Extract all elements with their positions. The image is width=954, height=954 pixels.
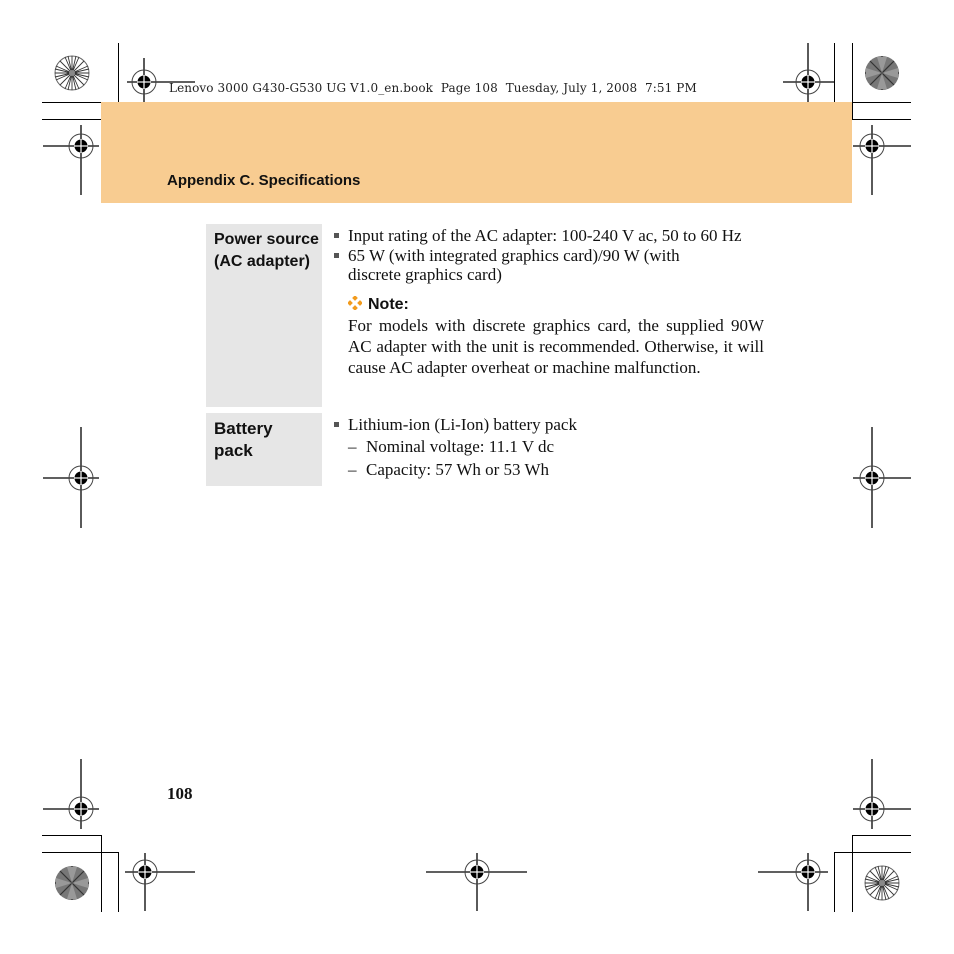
spec-label-line: Power source xyxy=(214,231,319,248)
note-title: Note: xyxy=(368,295,409,313)
crop-line xyxy=(101,835,102,912)
starburst-target-icon xyxy=(865,56,899,90)
spec-subitem: – Capacity: 57 Wh or 53 Wh xyxy=(348,458,764,481)
registration-target-icon xyxy=(853,427,911,528)
crop-line xyxy=(852,119,911,120)
dash-icon: – xyxy=(348,459,357,479)
registration-target-icon xyxy=(43,125,99,195)
note-body: For models with discrete graphics card, … xyxy=(348,315,764,377)
spec-bullet: Lithium-ion (Li-Ion) battery pack xyxy=(331,415,764,435)
note-diamond-icon xyxy=(347,294,363,311)
dash-icon: – xyxy=(348,436,357,456)
spec-content: Lithium-ion (Li-Ion) battery pack – Nomi… xyxy=(331,415,764,481)
note-block: Note: For models with discrete graphics … xyxy=(331,294,764,378)
registration-target-icon xyxy=(43,759,99,829)
spec-content: Input rating of the AC adapter: 100-240 … xyxy=(331,226,764,378)
bullet-square-icon xyxy=(334,252,339,258)
registration-target-icon xyxy=(853,759,911,829)
spec-label: Power source (AC adapter) xyxy=(214,229,319,273)
spec-label: Battery pack xyxy=(214,418,273,462)
spec-bullet-text: 65 W (with integrated graphics card)/90 … xyxy=(348,245,680,285)
spec-label-line: Battery xyxy=(214,419,273,438)
bullet-square-icon xyxy=(334,422,339,427)
spec-subitem-text: Capacity: 57 Wh or 53 Wh xyxy=(366,459,550,479)
spec-label-cell: Battery pack xyxy=(206,413,322,486)
starburst-target-icon xyxy=(864,865,900,901)
chapter-title: Appendix C. Specifications xyxy=(167,172,361,189)
registration-target-icon xyxy=(125,853,195,911)
registration-target-icon xyxy=(426,853,527,911)
registration-target-icon xyxy=(43,427,99,528)
spec-subitem-text: Nominal voltage: 11.1 V dc xyxy=(366,436,555,456)
spec-bullet: 65 W (with integrated graphics card)/90 … xyxy=(331,246,764,285)
crop-line xyxy=(834,852,911,853)
spec-bullet-text: Lithium-ion (Li-Ion) battery pack xyxy=(348,415,577,434)
crop-line xyxy=(42,835,101,836)
spec-label-cell: Power source (AC adapter) xyxy=(206,224,322,407)
crop-line xyxy=(834,852,835,912)
spec-bullet-text: Input rating of the AC adapter: 100-240 … xyxy=(348,226,742,245)
running-head: Lenovo 3000 G430-G530 UG V1.0_en.book Pa… xyxy=(169,81,697,95)
crop-line xyxy=(852,43,853,120)
bullet-square-icon xyxy=(334,233,339,238)
spec-label-line: pack xyxy=(214,441,253,460)
spec-bullet: Input rating of the AC adapter: 100-240 … xyxy=(331,226,764,246)
crop-line xyxy=(118,852,119,912)
starburst-target-icon xyxy=(55,866,89,900)
crop-line xyxy=(42,852,119,853)
crop-line xyxy=(852,835,911,836)
spec-subitems: – Nominal voltage: 11.1 V dc – Capacity:… xyxy=(331,435,764,481)
crop-line xyxy=(42,119,101,120)
registration-target-icon xyxy=(758,853,828,911)
registration-target-icon xyxy=(853,125,911,195)
spec-subitem: – Nominal voltage: 11.1 V dc xyxy=(348,435,764,458)
crop-line xyxy=(852,835,853,912)
starburst-target-icon xyxy=(54,55,90,91)
spec-label-line: (AC adapter) xyxy=(214,253,311,270)
page-number: 108 xyxy=(167,784,193,803)
note-heading: Note: xyxy=(347,294,764,315)
